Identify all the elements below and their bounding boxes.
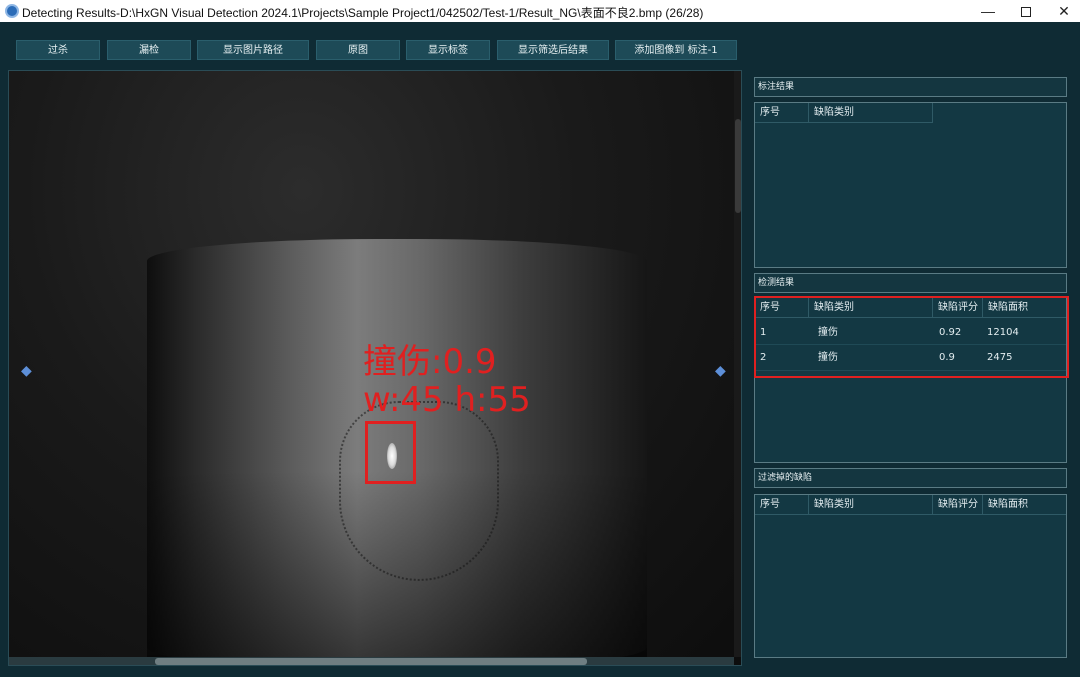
column-header-index[interactable]: 序号 bbox=[755, 103, 809, 123]
show-labels-button[interactable]: 显示标签 bbox=[406, 40, 490, 60]
missed-detection-button[interactable]: 漏检 bbox=[107, 40, 191, 60]
annotation-results-title: 标注结果 bbox=[754, 77, 1067, 97]
column-header-index[interactable]: 序号 bbox=[755, 495, 809, 515]
image-viewer[interactable]: 撞伤:0.9 w:45 h:55 ◆ ◆ bbox=[8, 70, 742, 666]
annotation-results-table[interactable]: 序号 缺陷类别 bbox=[754, 102, 1067, 268]
column-header-defect-category[interactable]: 缺陷类别 bbox=[809, 495, 933, 515]
close-button[interactable]: ✕ bbox=[1044, 0, 1080, 22]
maximize-icon bbox=[1021, 7, 1031, 18]
filtered-defects-table[interactable]: 序号 缺陷类别 缺陷评分 缺陷面积 bbox=[754, 494, 1067, 658]
defect-score-label: 撞伤:0.9 bbox=[363, 342, 497, 382]
marker-ring bbox=[339, 401, 499, 581]
window-title: Detecting Results-D:\HxGN Visual Detecti… bbox=[22, 6, 704, 20]
previous-image-icon[interactable]: ◆ bbox=[21, 363, 32, 379]
show-filtered-results-button[interactable]: 显示筛选后结果 bbox=[497, 40, 609, 60]
defect-overlay-label: 撞伤:0.9 w:45 h:55 bbox=[363, 343, 531, 419]
minimize-button[interactable]: — bbox=[968, 0, 1008, 22]
add-image-to-annotation-button[interactable]: 添加图像到 标注-1 bbox=[615, 40, 737, 60]
next-image-icon[interactable]: ◆ bbox=[715, 363, 726, 379]
column-header-defect-category[interactable]: 缺陷类别 bbox=[809, 103, 933, 123]
overkill-button[interactable]: 过杀 bbox=[16, 40, 100, 60]
defect-bounding-box bbox=[365, 421, 416, 484]
detection-results-highlight bbox=[754, 296, 1069, 378]
horizontal-scrollbar-thumb[interactable] bbox=[155, 658, 587, 665]
app-icon bbox=[5, 4, 19, 18]
defect-size-label: w:45 h:55 bbox=[363, 380, 531, 420]
filtered-defects-title: 过滤掉的缺陷 bbox=[754, 468, 1067, 488]
detection-results-title: 检测结果 bbox=[754, 273, 1067, 293]
vertical-scrollbar-thumb[interactable] bbox=[735, 119, 741, 213]
column-header-defect-score[interactable]: 缺陷评分 bbox=[933, 495, 983, 515]
maximize-button[interactable] bbox=[1006, 0, 1046, 22]
column-header-defect-area[interactable]: 缺陷面积 bbox=[983, 495, 1066, 515]
title-bar: Detecting Results-D:\HxGN Visual Detecti… bbox=[0, 0, 1080, 22]
show-image-path-button[interactable]: 显示图片路径 bbox=[197, 40, 309, 60]
original-image-button[interactable]: 原图 bbox=[316, 40, 400, 60]
